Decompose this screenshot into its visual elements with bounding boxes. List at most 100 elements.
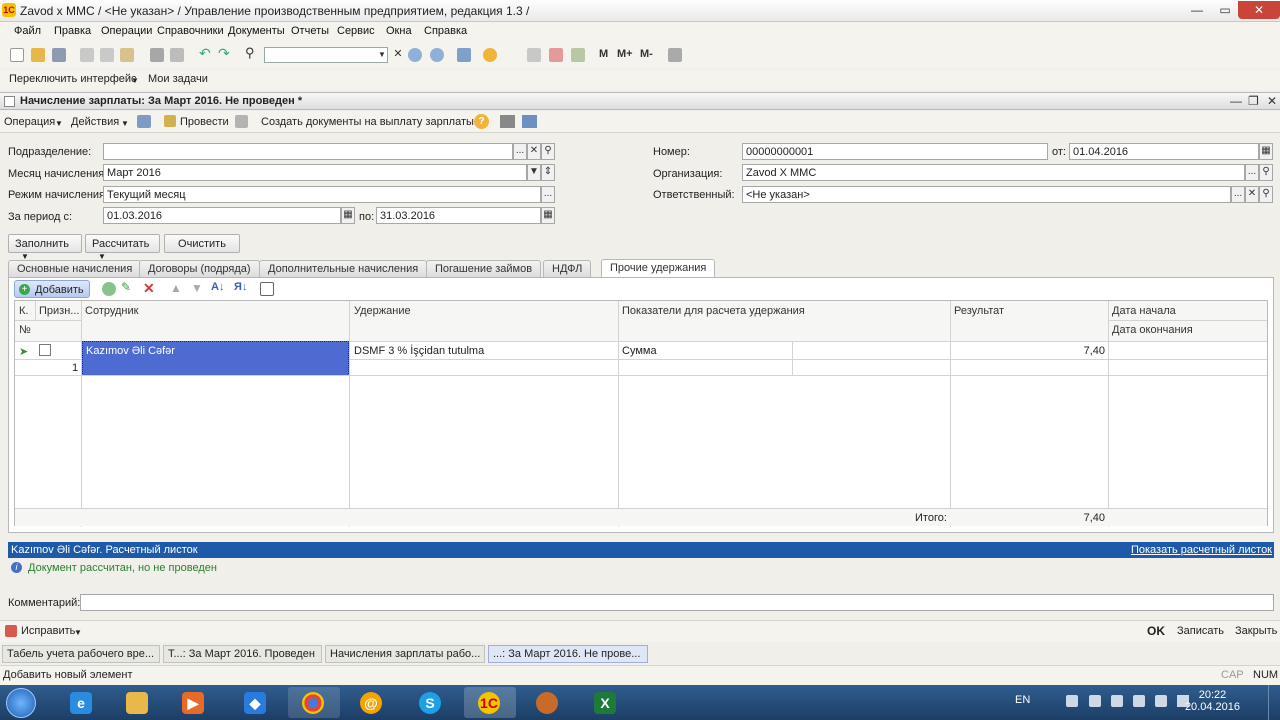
- info-icon[interactable]: [483, 48, 497, 62]
- delete-row-icon[interactable]: ✕: [143, 280, 157, 296]
- preview-icon[interactable]: [170, 48, 184, 62]
- header-indicators[interactable]: Показатели для расчета удержания: [622, 305, 805, 317]
- calculator-icon[interactable]: [527, 48, 541, 62]
- menu-windows[interactable]: Окна: [386, 25, 412, 37]
- menu-help[interactable]: Справка: [424, 25, 467, 37]
- post-button[interactable]: Провести: [180, 116, 229, 128]
- taskbar-ie[interactable]: e: [56, 687, 108, 718]
- table-settings-icon[interactable]: [260, 282, 274, 296]
- maximize-button[interactable]: ▭: [1212, 1, 1238, 19]
- tab-ndfl[interactable]: НДФЛ: [543, 260, 592, 277]
- taskbar-media[interactable]: ▶: [168, 687, 220, 718]
- number-field[interactable]: 00000000001: [742, 143, 1048, 160]
- window-tab-timesheet[interactable]: Табель учета рабочего вре...: [2, 645, 160, 663]
- print-icon[interactable]: [150, 48, 164, 62]
- find-prev-icon[interactable]: [430, 48, 444, 62]
- sort-desc-icon[interactable]: Я↓: [234, 281, 248, 295]
- search-clear-icon[interactable]: ✕: [391, 47, 405, 63]
- responsible-clear-icon[interactable]: ✕: [1245, 186, 1259, 203]
- clear-button[interactable]: Очистить: [164, 234, 240, 253]
- responsible-field[interactable]: <Не указан>: [742, 186, 1231, 203]
- actions-menu[interactable]: Действия: [71, 116, 119, 128]
- taskbar-explorer[interactable]: [112, 687, 164, 718]
- doc-minimize-button[interactable]: —: [1230, 94, 1242, 108]
- structure-icon[interactable]: [500, 115, 515, 128]
- search-dropdown-icon[interactable]: ▼: [376, 48, 388, 62]
- add-row-button[interactable]: + Добавить: [14, 280, 90, 298]
- menu-file[interactable]: Файл: [14, 25, 41, 37]
- header-num[interactable]: №: [19, 324, 31, 336]
- taskbar-app[interactable]: [522, 687, 574, 718]
- month-stepper[interactable]: ⇕: [541, 164, 555, 181]
- switch-interface-button[interactable]: Переключить интерфейс: [9, 73, 137, 85]
- tab-loan-repayment[interactable]: Погашение займов: [426, 260, 542, 277]
- new-icon[interactable]: [10, 48, 24, 62]
- open-folder-icon[interactable]: [31, 48, 45, 62]
- start-button[interactable]: [6, 688, 36, 718]
- redo-icon[interactable]: ↷: [218, 45, 232, 61]
- edit-row-icon[interactable]: ✎: [121, 280, 135, 294]
- taskbar-skype[interactable]: S: [405, 687, 457, 718]
- tab-other-deductions[interactable]: Прочие удержания: [601, 259, 716, 278]
- date-calendar-icon[interactable]: ▦: [1259, 143, 1273, 160]
- save-button[interactable]: Записать: [1177, 625, 1224, 637]
- responsible-search-icon[interactable]: ⚲: [1259, 186, 1273, 203]
- mode-select-button[interactable]: ...: [541, 186, 555, 203]
- clipboard-icon[interactable]: [571, 48, 585, 62]
- save-icon[interactable]: [52, 48, 66, 62]
- taskbar-dropbox[interactable]: ◆: [230, 687, 282, 718]
- table-row[interactable]: ➤ 1 Kazımov Əli Cəfər DSMF 3 % İşçidan t…: [15, 341, 1267, 376]
- my-tasks-button[interactable]: Мои задачи: [148, 73, 208, 85]
- tray-volume-icon[interactable]: [1155, 695, 1167, 707]
- undo-icon[interactable]: ↶: [199, 45, 213, 61]
- move-up-icon[interactable]: ▲: [170, 281, 184, 295]
- tab-main-accruals[interactable]: Основные начисления: [8, 260, 142, 277]
- operation-menu[interactable]: Операция: [4, 116, 55, 128]
- cut-icon[interactable]: [80, 48, 94, 62]
- header-result[interactable]: Результат: [954, 305, 1004, 317]
- row-checkbox[interactable]: [39, 344, 51, 356]
- window-tab-current[interactable]: ...: За Март 2016. Не прове...: [488, 645, 648, 663]
- department-search-icon[interactable]: ⚲: [541, 143, 555, 160]
- close-button[interactable]: Закрыть: [1235, 625, 1277, 637]
- menu-catalogs[interactable]: Справочники: [157, 25, 224, 37]
- tray-settings-icon[interactable]: [1066, 695, 1078, 707]
- show-payslip-link[interactable]: Показать расчетный листок: [1131, 544, 1272, 556]
- minimize-button[interactable]: —: [1184, 1, 1210, 19]
- menu-operations[interactable]: Операции: [101, 25, 152, 37]
- organization-field[interactable]: Zavod X MMC: [742, 164, 1245, 181]
- responsible-select-button[interactable]: ...: [1231, 186, 1245, 203]
- copy-row-icon[interactable]: [102, 282, 116, 296]
- find-next-icon[interactable]: [408, 48, 422, 62]
- comment-field[interactable]: [80, 594, 1274, 611]
- tab-contracts[interactable]: Договоры (подряда): [139, 260, 260, 277]
- ok-button[interactable]: OK: [1147, 624, 1165, 638]
- system-clock[interactable]: 20:22 20.04.2016: [1185, 689, 1240, 713]
- tray-power-icon[interactable]: [1133, 695, 1145, 707]
- taskbar-chrome[interactable]: [288, 687, 340, 718]
- menu-edit[interactable]: Правка: [54, 25, 91, 37]
- period-to-field[interactable]: 31.03.2016: [376, 207, 541, 224]
- taskbar-excel[interactable]: X: [580, 687, 632, 718]
- paste-icon[interactable]: [120, 48, 134, 62]
- doc-restore-button[interactable]: ❐: [1248, 94, 1259, 108]
- unpost-icon[interactable]: [235, 115, 248, 128]
- period-from-calendar-icon[interactable]: ▦: [341, 207, 355, 224]
- tray-flag-icon[interactable]: [1089, 695, 1101, 707]
- header-start-date[interactable]: Дата начала: [1112, 305, 1176, 317]
- memory-m-button[interactable]: M: [599, 48, 608, 60]
- window-tab-accruals[interactable]: Начисления зарплаты рабо...: [325, 645, 485, 663]
- tray-network-icon[interactable]: [1111, 695, 1123, 707]
- copy-icon[interactable]: [100, 48, 114, 62]
- language-indicator[interactable]: EN: [1015, 694, 1030, 706]
- fix-button[interactable]: Исправить: [21, 625, 75, 637]
- windows-icon[interactable]: [457, 48, 471, 62]
- close-window-button[interactable]: ✕: [1238, 1, 1280, 19]
- memory-minus-button[interactable]: M-: [640, 48, 653, 60]
- fill-button[interactable]: Заполнить ▼: [8, 234, 82, 261]
- doc-close-button[interactable]: ✕: [1267, 94, 1277, 108]
- menu-documents[interactable]: Документы: [228, 25, 285, 37]
- operation-dropdown-icon[interactable]: ▼: [55, 119, 63, 128]
- search-icon[interactable]: ⚲: [245, 45, 259, 60]
- post-close-icon[interactable]: [137, 115, 151, 128]
